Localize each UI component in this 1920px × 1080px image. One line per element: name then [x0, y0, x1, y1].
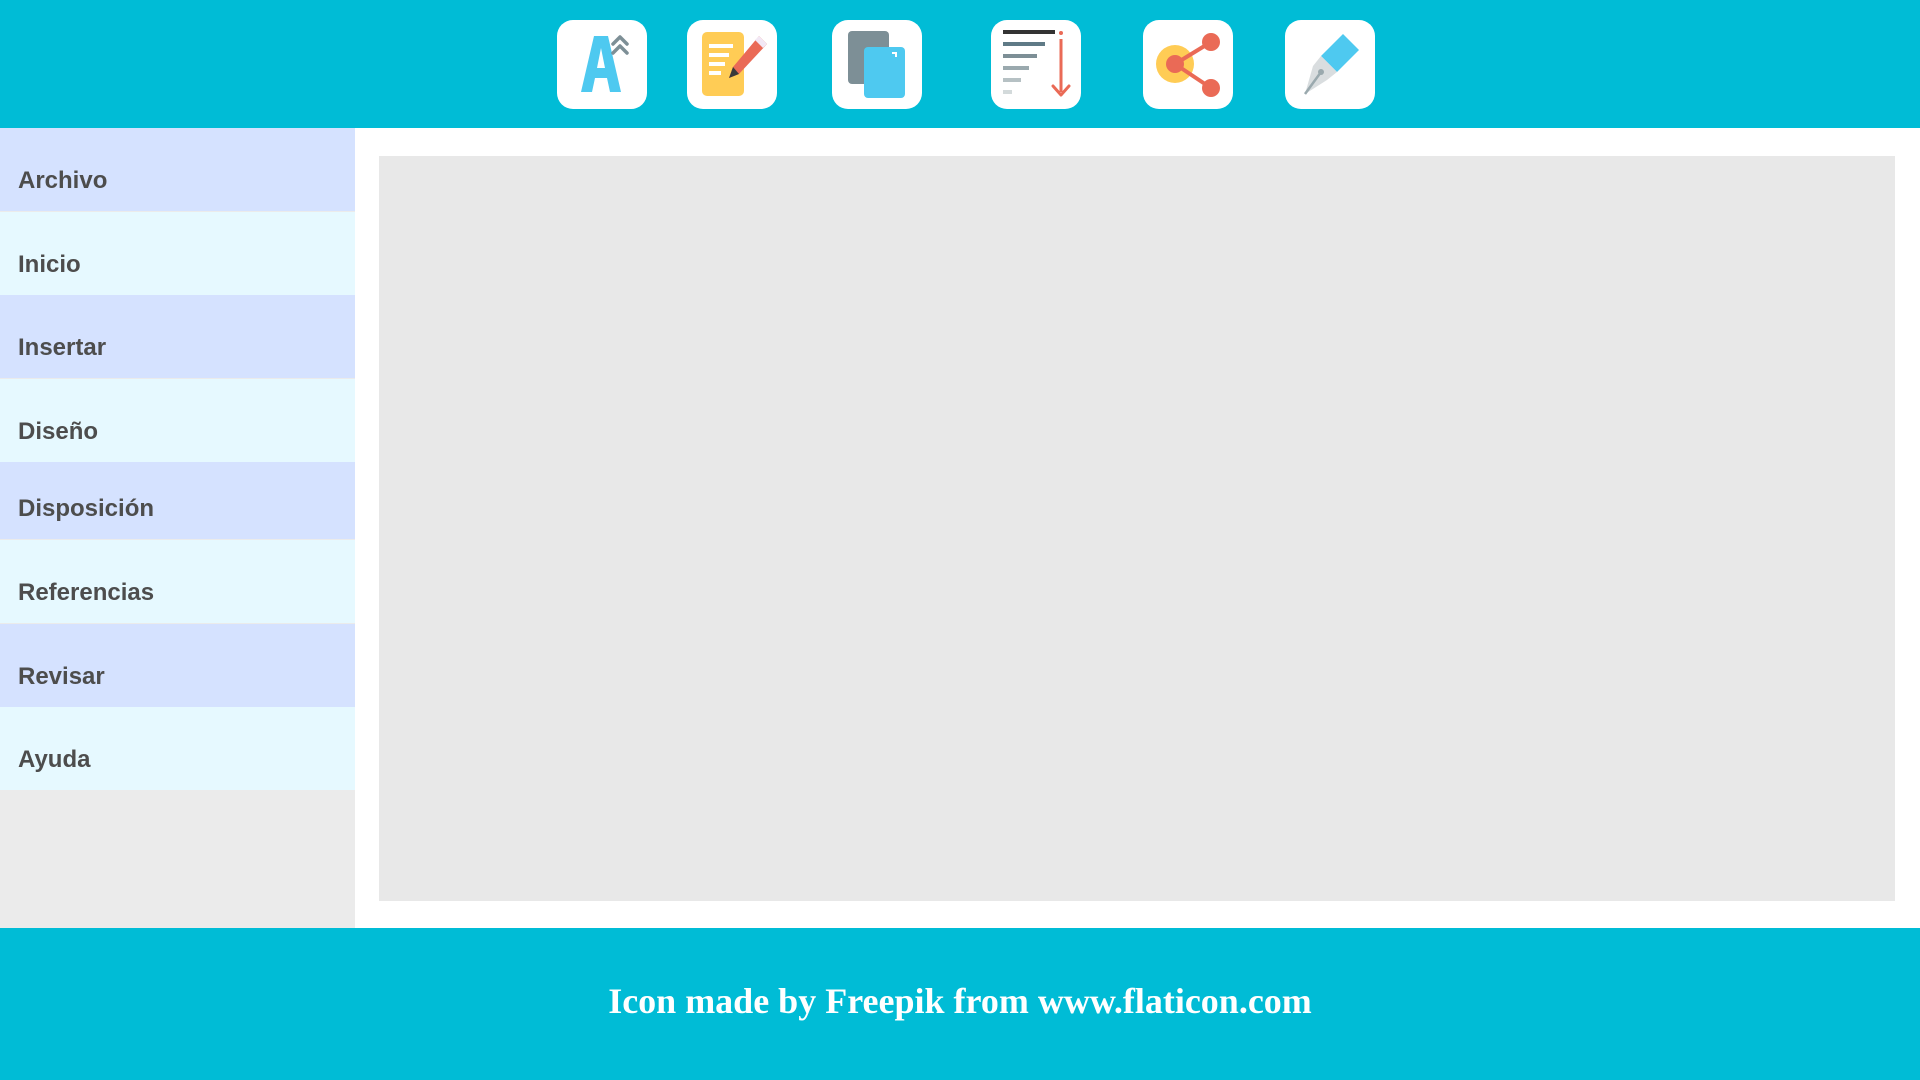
pen-icon — [1303, 34, 1359, 95]
pen-tool-button[interactable] — [1285, 20, 1375, 109]
font-size-icon — [581, 35, 629, 92]
sidebar-item-inicio[interactable]: Inicio — [0, 212, 355, 295]
sidebar: Archivo Inicio Insertar Diseño Disposici… — [0, 128, 355, 928]
sidebar-item-label: Diseño — [18, 418, 99, 445]
sidebar-item-label: Archivo — [18, 167, 108, 194]
text-sort-icon — [1003, 30, 1071, 97]
sidebar-item-label: Revisar — [18, 663, 105, 690]
sidebar-item-disposicion[interactable]: Disposición — [0, 462, 355, 539]
sidebar-item-label: Referencias — [18, 579, 155, 606]
text-sort-tool-button[interactable] — [991, 20, 1081, 109]
sidebar-item-label: Disposición — [18, 495, 155, 522]
sidebar-item-diseno[interactable]: Diseño — [0, 379, 355, 462]
sidebar-item-revisar[interactable]: Revisar — [0, 624, 355, 707]
copy-pages-tool-button[interactable] — [832, 20, 922, 109]
footer: Icon made by Freepik from www.flaticon.c… — [0, 928, 1920, 1080]
sidebar-item-label: Ayuda — [18, 746, 91, 773]
share-tool-button[interactable] — [1143, 20, 1233, 109]
share-icon — [1156, 33, 1220, 97]
main-panel — [355, 128, 1920, 928]
document-canvas[interactable] — [379, 156, 1895, 901]
edit-document-icon — [702, 32, 767, 96]
top-toolbar — [0, 0, 1920, 128]
edit-document-tool-button[interactable] — [687, 20, 777, 109]
sidebar-item-insertar[interactable]: Insertar — [0, 295, 355, 378]
sidebar-item-referencias[interactable]: Referencias — [0, 540, 355, 623]
sidebar-item-label: Insertar — [18, 334, 107, 361]
sidebar-item-label: Inicio — [18, 251, 81, 278]
sidebar-item-ayuda[interactable]: Ayuda — [0, 707, 355, 790]
attribution-text: Icon made by Freepik from www.flaticon.c… — [608, 981, 1312, 1021]
font-size-tool-button[interactable] — [557, 20, 647, 109]
sidebar-item-archivo[interactable]: Archivo — [0, 128, 355, 211]
copy-pages-icon — [848, 31, 905, 98]
